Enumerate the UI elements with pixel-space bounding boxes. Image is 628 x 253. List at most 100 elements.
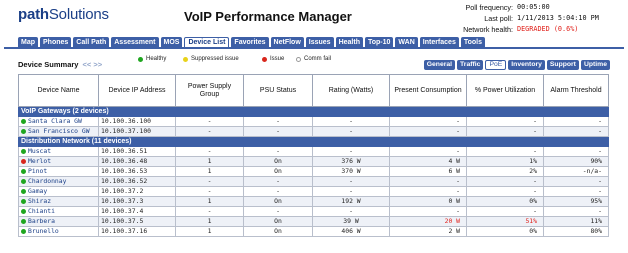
table-row[interactable]: Barbera 10.100.37.5 1 On 39 W 20 W 51% 11% (18, 216, 609, 227)
subtab-inventory[interactable]: Inventory (508, 60, 545, 70)
device-ip-cell: 10.100.36.53 (98, 166, 176, 177)
device-ip-cell: 10.100.37.2 (98, 186, 176, 197)
app-header: pathSolutions VoIP Performance Manager P… (0, 0, 628, 36)
status-panel: Poll frequency: 00:05:00 Last poll: 1/11/2… (392, 2, 624, 35)
table-row[interactable]: Muscat 10.100.36.51- - - - - - (18, 146, 609, 157)
status-healthy-icon (21, 208, 26, 214)
poll-frequency-value: 00:05:00 (517, 3, 550, 11)
device-name-link[interactable]: Chianti (28, 208, 55, 216)
table-row[interactable]: Gamay 10.100.37.2- - - - - - (18, 186, 609, 197)
device-name-link[interactable]: Chardonnay (28, 178, 66, 186)
table-row[interactable]: San Francisco GW 10.100.37.100- - - - - - (18, 126, 609, 137)
table-row[interactable]: Santa Clara GW 10.100.36.100- - - - - - (18, 116, 609, 127)
alarm-threshold-cell: - (543, 126, 609, 137)
present-consumption-cell: - (389, 116, 467, 127)
device-name-cell[interactable]: Brunello (18, 226, 99, 237)
summary-nav-arrows[interactable]: << >> (83, 60, 103, 69)
rating-cell: - (312, 206, 390, 217)
power-utilization-cell: 51% (466, 216, 544, 227)
device-name-cell[interactable]: Merlot (18, 156, 99, 167)
device-name-link[interactable]: Brunello (28, 228, 59, 236)
subtab-uptime[interactable]: Uptime (580, 60, 610, 70)
device-name-link[interactable]: San Francisco GW (28, 128, 90, 136)
device-name-cell[interactable]: Barbera (18, 216, 99, 227)
alarm-threshold-cell: - (543, 176, 609, 187)
device-name-link[interactable]: Muscat (28, 148, 51, 156)
rating-cell: 39 W (312, 216, 390, 227)
device-name-cell[interactable]: Shiraz (18, 196, 99, 207)
status-healthy-icon (21, 168, 26, 174)
view-subtabs: General Traffic PoE Inventory Support Uptime (423, 60, 610, 70)
table-row[interactable]: Merlot 10.100.36.48 1 On 376 W4 W 1% 90% (18, 156, 609, 167)
column-header-power-utilization[interactable]: % Power Utilization (466, 74, 544, 107)
table-row[interactable]: Chianti 10.100.37.4- - - - - - (18, 206, 609, 217)
column-header-psu-status[interactable]: PSU Status (243, 74, 313, 107)
device-name-cell[interactable]: Santa Clara GW (18, 116, 99, 127)
legend-comm-fail-dot-icon (296, 56, 301, 62)
device-name-link[interactable]: Shiraz (28, 198, 51, 206)
power-utilization-cell: - (466, 126, 544, 137)
device-ip-cell: 10.100.36.48 (98, 156, 176, 167)
device-ip-cell: 10.100.36.100 (98, 116, 176, 127)
group-title[interactable]: Distribution Network (11 devices) (18, 136, 609, 147)
device-name-link[interactable]: Barbera (28, 218, 55, 226)
psu-status-cell: On (243, 166, 313, 177)
alarm-threshold-cell: - (543, 186, 609, 197)
device-name-cell[interactable]: Chardonnay (18, 176, 99, 187)
alarm-threshold-cell: 11% (543, 216, 609, 227)
present-consumption-cell: - (389, 146, 467, 157)
power-supply-group-cell: 1 (175, 156, 244, 167)
power-supply-group-cell: - (175, 126, 244, 137)
group-title[interactable]: VoIP Gateways (2 devices) (18, 106, 609, 117)
device-name-link[interactable]: Gamay (28, 188, 47, 196)
network-health-value[interactable]: DEGRADED (0.6%) (517, 24, 624, 35)
alarm-threshold-cell: 90% (543, 156, 609, 167)
device-name-cell[interactable]: Gamay (18, 186, 99, 197)
alarm-threshold-cell: -n/a- (543, 166, 609, 177)
column-header-device-ip-address[interactable]: Device IP Address (98, 74, 176, 107)
table-row[interactable]: Brunello 10.100.37.16 1 On 406 W2 W 0% 80% (18, 226, 609, 237)
device-name-link[interactable]: Pinot (28, 168, 47, 176)
legend-item-comm-fail: Comm fail (296, 56, 331, 62)
power-supply-group-cell: 1 (175, 196, 244, 207)
device-ip-cell: 10.100.37.100 (98, 126, 176, 137)
present-consumption-cell: 0 W (389, 196, 467, 207)
device-name-cell[interactable]: Chianti (18, 206, 99, 217)
table-row[interactable]: Chardonnay 10.100.36.52- - - - - - (18, 176, 609, 187)
power-utilization-cell: 0% (466, 226, 544, 237)
table-row[interactable]: Pinot 10.100.36.53 1 On 370 W6 W 2% -n/a- (18, 166, 609, 177)
table-row[interactable]: Shiraz 10.100.37.3 1 On 192 W0 W 0% 95% (18, 196, 609, 207)
device-name-link[interactable]: Merlot (28, 158, 51, 166)
network-health-label: Network health: (463, 25, 513, 34)
alarm-threshold-cell: - (543, 116, 609, 127)
present-consumption-cell: - (389, 206, 467, 217)
present-consumption-cell: 2 W (389, 226, 467, 237)
column-header-power-supply-group[interactable]: Power Supply Group (175, 74, 244, 107)
column-header-alarm-threshold[interactable]: Alarm Threshold (543, 74, 609, 107)
tab-bar-divider (4, 47, 624, 49)
group-header-row: Distribution Network (11 devices) (18, 136, 609, 147)
device-name-link[interactable]: Santa Clara GW (28, 118, 82, 126)
alarm-threshold-cell: 95% (543, 196, 609, 207)
alarm-threshold-cell: 80% (543, 226, 609, 237)
power-utilization-cell: - (466, 116, 544, 127)
power-supply-group-cell: - (175, 146, 244, 157)
device-name-cell[interactable]: Pinot (18, 166, 99, 177)
power-supply-group-cell: 1 (175, 216, 244, 227)
subtab-poe[interactable]: PoE (485, 60, 507, 70)
status-healthy-icon (21, 198, 26, 204)
device-name-cell[interactable]: Muscat (18, 146, 99, 157)
psu-status-cell: On (243, 196, 313, 207)
column-header-device-name[interactable]: Device Name (18, 74, 99, 107)
subtab-support[interactable]: Support (546, 60, 579, 70)
psu-status-cell: - (243, 126, 313, 137)
column-header-rating-watts[interactable]: Rating (Watts) (312, 74, 390, 107)
subtab-traffic[interactable]: Traffic (457, 60, 484, 70)
rating-cell: 376 W (312, 156, 390, 167)
device-name-cell[interactable]: San Francisco GW (18, 126, 99, 137)
power-utilization-cell: - (466, 186, 544, 197)
psu-status-cell: - (243, 116, 313, 127)
subtab-general[interactable]: General (423, 60, 456, 70)
status-healthy-icon (21, 128, 26, 134)
column-header-present-consumption[interactable]: Present Consumption (389, 74, 467, 107)
